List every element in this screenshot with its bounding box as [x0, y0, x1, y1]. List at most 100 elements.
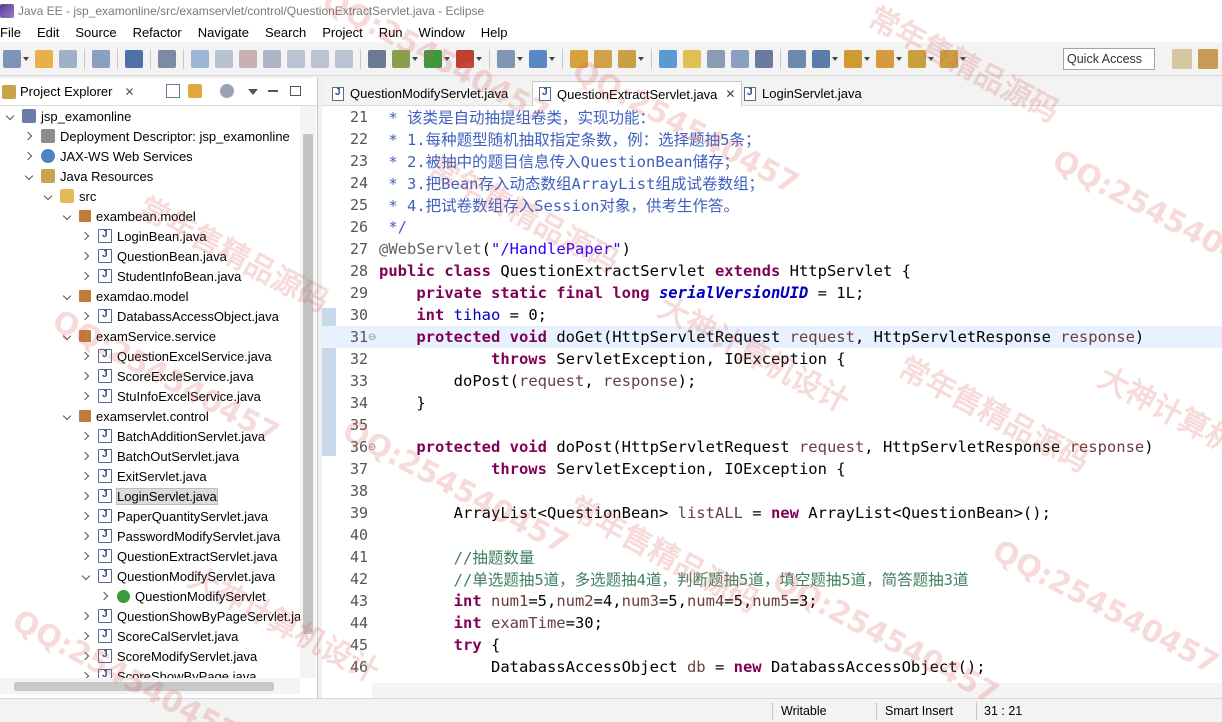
menu-search[interactable]: Search — [257, 25, 314, 40]
annotation-icon[interactable] — [707, 49, 725, 68]
expanded-arrow-icon[interactable] — [6, 111, 16, 121]
save-icon[interactable] — [35, 49, 53, 68]
expanded-arrow-icon[interactable] — [63, 291, 73, 301]
expanded-arrow-icon[interactable] — [25, 171, 35, 181]
quick-access-field[interactable]: Quick Access — [1063, 48, 1155, 70]
run-icon[interactable] — [424, 49, 442, 68]
step-into-icon[interactable] — [287, 49, 305, 68]
step-over-icon[interactable] — [311, 49, 329, 68]
expanded-arrow-icon[interactable] — [82, 571, 92, 581]
tree-item[interactable]: LoginBean.java — [82, 226, 207, 246]
editor-horizontal-scrollbar[interactable] — [372, 683, 1222, 698]
tree-item[interactable]: examService.service — [63, 326, 216, 346]
tree-item[interactable]: StuInfoExcelService.java — [82, 386, 261, 406]
step-return-icon[interactable] — [335, 49, 353, 68]
back-icon[interactable] — [908, 49, 926, 68]
resume-icon[interactable] — [191, 49, 209, 68]
tree-item[interactable]: JAX-WS Web Services — [25, 146, 193, 166]
collapsed-arrow-icon[interactable] — [82, 391, 92, 401]
tree-item[interactable]: Java Resources — [25, 166, 153, 186]
collapsed-arrow-icon[interactable] — [82, 671, 92, 678]
tree-item[interactable]: StudentInfoBean.java — [82, 266, 241, 286]
tree-vertical-scroll-thumb[interactable] — [303, 134, 313, 634]
collapsed-arrow-icon[interactable] — [101, 591, 111, 601]
tree-item[interactable]: QuestionModifyServlet — [101, 586, 266, 606]
dropdown-arrow-icon[interactable] — [444, 56, 450, 61]
expanded-arrow-icon[interactable] — [63, 331, 73, 341]
fold-toggle-icon[interactable]: ⊖ — [368, 332, 376, 343]
close-tab-icon[interactable]: ✕ — [725, 87, 735, 101]
tree-item[interactable]: QuestionExcelService.java — [82, 346, 272, 366]
last-edit-icon[interactable] — [876, 49, 894, 68]
tree-item[interactable]: Deployment Descriptor: jsp_examonline — [25, 126, 290, 146]
dropdown-arrow-icon[interactable] — [476, 56, 482, 61]
expanded-arrow-icon[interactable] — [63, 411, 73, 421]
menu-edit[interactable]: Edit — [29, 25, 67, 40]
dropdown-arrow-icon[interactable] — [412, 56, 418, 61]
suspend-icon[interactable] — [215, 49, 233, 68]
dropdown-arrow-icon[interactable] — [517, 56, 523, 61]
dropdown-arrow-icon[interactable] — [960, 56, 966, 61]
collapsed-arrow-icon[interactable] — [25, 151, 35, 161]
tree-horizontal-scroll-thumb[interactable] — [14, 682, 274, 691]
close-view-icon[interactable]: ✕ — [124, 85, 134, 99]
menu-run[interactable]: Run — [371, 25, 411, 40]
block-selection-icon[interactable] — [755, 49, 773, 68]
drop-to-frame-icon[interactable] — [368, 49, 386, 68]
tree-item[interactable]: BatchOutServlet.java — [82, 446, 239, 466]
highlight-icon[interactable] — [683, 49, 701, 68]
collapsed-arrow-icon[interactable] — [82, 311, 92, 321]
code-editor[interactable]: 21 * 该类是自动抽提组卷类，实现功能： 22 * 1.每种题型随机抽取指定条数… — [322, 106, 1222, 683]
tree-item[interactable]: ExitServlet.java — [82, 466, 207, 486]
next-annotation-icon[interactable] — [812, 49, 830, 68]
tree-item[interactable]: QuestionExtractServlet.java — [82, 546, 277, 566]
dropdown-arrow-icon[interactable] — [896, 56, 902, 61]
expanded-arrow-icon[interactable] — [63, 211, 73, 221]
collapsed-arrow-icon[interactable] — [82, 431, 92, 441]
tree-item[interactable]: examservlet.control — [63, 406, 209, 426]
project-explorer-tab[interactable]: Project Explorer ✕ — [0, 78, 317, 106]
minimize-icon[interactable] — [268, 90, 278, 92]
skip-breakpoints-icon[interactable] — [158, 49, 176, 68]
dropdown-arrow-icon[interactable] — [549, 56, 555, 61]
java-ee-perspective-icon[interactable] — [1198, 49, 1218, 69]
collapsed-arrow-icon[interactable] — [82, 271, 92, 281]
tree-item[interactable]: ScoreShowByPage.java — [82, 666, 256, 678]
tree-item[interactable]: jsp_examonline — [6, 106, 131, 126]
show-whitespace-icon[interactable] — [731, 49, 749, 68]
tree-item[interactable]: exambean.model — [63, 206, 196, 226]
new-server-icon[interactable] — [497, 49, 515, 68]
collapsed-arrow-icon[interactable] — [82, 351, 92, 361]
dropdown-arrow-icon[interactable] — [832, 56, 838, 61]
editor-tab[interactable]: LoginServlet.java — [738, 81, 868, 106]
tree-item[interactable]: PaperQuantityServlet.java — [82, 506, 268, 526]
menu-source[interactable]: Source — [67, 25, 124, 40]
tree-item[interactable]: QuestionBean.java — [82, 246, 227, 266]
new-web-icon[interactable] — [529, 49, 547, 68]
globe-icon[interactable] — [788, 49, 806, 68]
link-with-editor-icon[interactable] — [188, 84, 202, 98]
properties-icon[interactable] — [92, 49, 110, 68]
debug-icon[interactable] — [392, 49, 410, 68]
menu-refactor[interactable]: Refactor — [125, 25, 190, 40]
prev-annotation-icon[interactable] — [844, 49, 862, 68]
dropdown-arrow-icon[interactable] — [864, 56, 870, 61]
menu-project[interactable]: Project — [314, 25, 370, 40]
tree-item[interactable]: src — [44, 186, 96, 206]
save-all-icon[interactable] — [59, 49, 77, 68]
terminate-icon[interactable] — [239, 49, 257, 68]
tree-item[interactable]: ScoreExcleService.java — [82, 366, 254, 386]
collapsed-arrow-icon[interactable] — [82, 531, 92, 541]
menu-window[interactable]: Window — [411, 25, 473, 40]
tree-item[interactable]: BatchAdditionServlet.java — [82, 426, 265, 446]
menu-help[interactable]: Help — [473, 25, 516, 40]
toggle-mark-icon[interactable] — [659, 49, 677, 68]
expanded-arrow-icon[interactable] — [44, 191, 54, 201]
dropdown-arrow-icon[interactable] — [638, 56, 644, 61]
forward-icon[interactable] — [940, 49, 958, 68]
terminal-icon[interactable] — [125, 49, 143, 68]
tree-item[interactable]: DatabassAccessObject.java — [82, 306, 279, 326]
collapse-all-icon[interactable] — [166, 84, 180, 98]
dropdown-arrow-icon[interactable] — [928, 56, 934, 61]
collapsed-arrow-icon[interactable] — [82, 371, 92, 381]
